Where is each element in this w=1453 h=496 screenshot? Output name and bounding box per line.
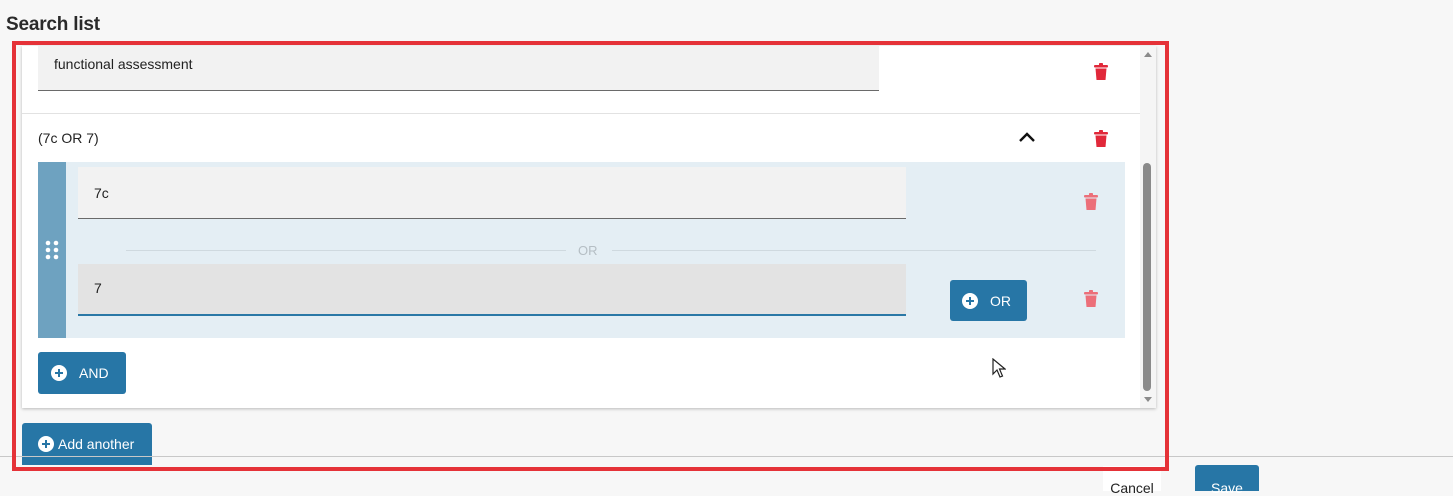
- save-button[interactable]: Save: [1195, 465, 1259, 496]
- trash-icon[interactable]: [1084, 193, 1098, 210]
- footer-divider: [0, 456, 1453, 457]
- add-another-button[interactable]: Add another: [22, 423, 152, 465]
- scrollbar[interactable]: [1140, 46, 1156, 408]
- group-label: (7c OR 7): [38, 130, 99, 146]
- scroll-down-arrow-icon[interactable]: [1144, 397, 1152, 402]
- divider: [22, 113, 1156, 114]
- cancel-button[interactable]: Cancel: [1103, 466, 1161, 496]
- search-term-field[interactable]: 7c: [78, 167, 906, 219]
- plus-circle-icon: [38, 436, 54, 452]
- add-another-label: Add another: [58, 436, 135, 452]
- or-separator-line: [612, 250, 1096, 251]
- trash-icon[interactable]: [1084, 290, 1098, 307]
- scroll-thumb[interactable]: [1143, 163, 1151, 391]
- add-or-button[interactable]: OR: [950, 280, 1027, 321]
- search-term-field-active[interactable]: 7: [78, 264, 906, 316]
- drag-handle[interactable]: [38, 162, 66, 338]
- search-term-field[interactable]: functional assessment: [38, 46, 879, 91]
- trash-icon[interactable]: [1094, 63, 1108, 80]
- or-separator: OR: [578, 243, 598, 258]
- trash-icon[interactable]: [1094, 130, 1108, 147]
- plus-circle-icon: [51, 365, 67, 381]
- mouse-cursor-icon: [992, 357, 1007, 378]
- add-or-label: OR: [990, 292, 1011, 309]
- page-title: Search list: [6, 14, 100, 35]
- scroll-up-arrow-icon[interactable]: [1144, 52, 1152, 57]
- add-and-button[interactable]: AND: [38, 352, 126, 394]
- drag-handle-icon: [45, 240, 59, 260]
- plus-circle-icon: [962, 292, 978, 309]
- search-list-panel: functional assessment (7c OR 7) 7c OR 7 …: [22, 46, 1156, 408]
- chevron-up-icon[interactable]: [1018, 130, 1036, 144]
- or-group: 7c OR 7 OR: [38, 162, 1125, 338]
- add-and-label: AND: [79, 365, 109, 381]
- or-separator-line: [126, 250, 566, 251]
